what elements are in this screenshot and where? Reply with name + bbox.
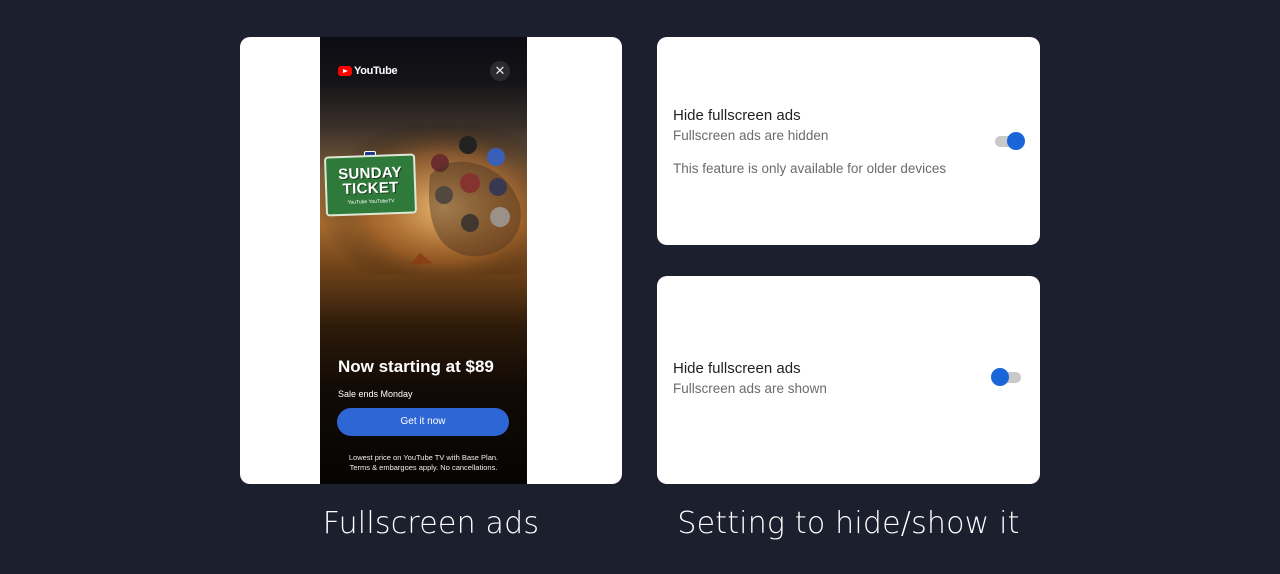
setting-note: This feature is only available for older… — [673, 161, 947, 176]
youtube-logo: YouTube — [338, 65, 398, 77]
hide-fullscreen-ads-toggle-on[interactable] — [995, 132, 1025, 150]
youtube-play-icon — [338, 66, 352, 76]
ad-subline: Sale ends Monday — [338, 389, 413, 399]
toggle-thumb — [1007, 132, 1025, 150]
setting-card-hidden: Hide fullscreen ads Fullscreen ads are h… — [657, 37, 1040, 245]
get-it-now-button[interactable]: Get it now — [337, 408, 509, 436]
setting-card-shown: Hide fullscreen ads Fullscreen ads are s… — [657, 276, 1040, 484]
close-icon[interactable]: ✕ — [490, 61, 510, 81]
disclaimer-line-2: Terms & embargoes apply. No cancellation… — [349, 463, 498, 472]
ticket-sub: YouTube YouTubeTV — [347, 197, 395, 206]
fullscreen-ad: YouTube ✕ SUNDAY TICKET YouTube YouTubeT… — [320, 37, 527, 484]
caption-setting: Setting to hide/show it — [677, 506, 1020, 541]
hide-fullscreen-ads-toggle-off[interactable] — [991, 368, 1021, 386]
setting-subtitle: Fullscreen ads are hidden — [673, 128, 829, 143]
ad-headline: Now starting at $89 — [338, 357, 494, 376]
ticket-line-2: TICKET — [342, 178, 399, 198]
disclaimer-line-1: Lowest price on YouTube TV with Base Pla… — [348, 453, 499, 462]
ad-disclaimer: Lowest price on YouTube TV with Base Pla… — [330, 453, 517, 473]
sunday-ticket-logo: SUNDAY TICKET YouTube YouTubeTV — [323, 153, 418, 217]
caption-fullscreen-ads: Fullscreen ads — [322, 506, 540, 541]
ad-preview-card: YouTube ✕ SUNDAY TICKET YouTube YouTubeT… — [240, 37, 622, 484]
setting-title: Hide fullscreen ads — [673, 360, 801, 377]
youtube-wordmark: YouTube — [354, 65, 398, 77]
setting-title: Hide fullscreen ads — [673, 107, 801, 124]
setting-subtitle: Fullscreen ads are shown — [673, 381, 827, 396]
toggle-thumb — [991, 368, 1009, 386]
